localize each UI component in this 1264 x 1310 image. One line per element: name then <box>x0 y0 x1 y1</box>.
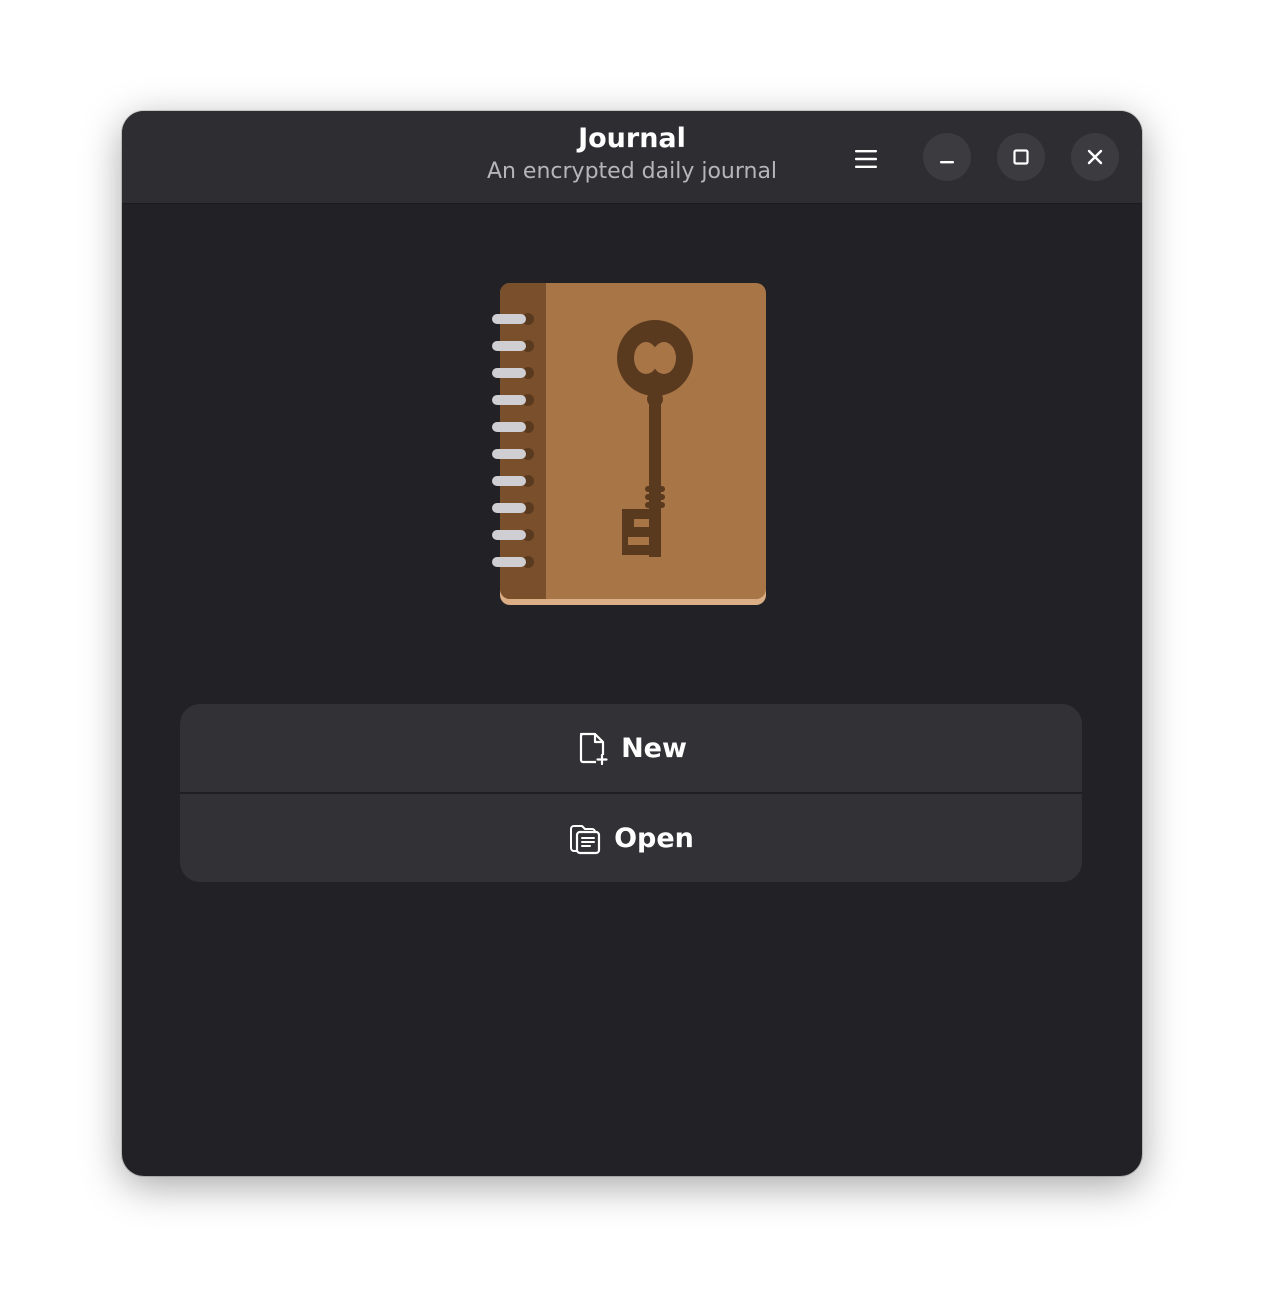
close-icon <box>1087 149 1103 165</box>
new-button-label: New <box>621 732 687 764</box>
header-bar: Journal An encrypted daily journal <box>122 111 1142 204</box>
actions-card: New Open <box>180 704 1082 882</box>
hamburger-menu-icon <box>855 150 877 168</box>
window-subtitle: An encrypted daily journal <box>486 159 778 184</box>
main-menu-button[interactable] <box>844 137 888 181</box>
journal-with-key-icon <box>492 283 766 605</box>
open-button-label: Open <box>614 822 694 854</box>
minimize-button[interactable] <box>923 133 971 181</box>
app-window: Journal An encrypted daily journal New O… <box>122 111 1142 1176</box>
title-block: Journal An encrypted daily journal <box>122 123 1142 187</box>
maximize-icon <box>1013 149 1029 165</box>
minimize-icon <box>940 161 954 164</box>
new-document-icon <box>575 731 609 765</box>
new-journal-button[interactable]: New <box>180 704 1082 792</box>
window-title: Journal <box>578 123 686 154</box>
open-journal-button[interactable]: Open <box>180 794 1082 882</box>
close-button[interactable] <box>1071 133 1119 181</box>
maximize-button[interactable] <box>997 133 1045 181</box>
open-documents-icon <box>568 821 602 855</box>
